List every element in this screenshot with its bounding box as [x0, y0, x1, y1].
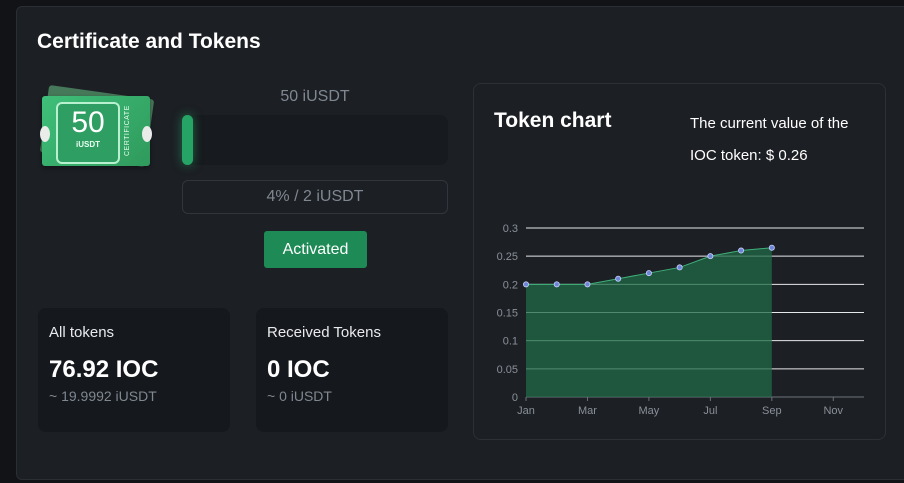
x-tick-label: Sep: [762, 405, 782, 417]
chart-point: [645, 270, 652, 277]
progress-track: [182, 115, 448, 165]
y-tick-label: 0: [512, 392, 518, 404]
received-tokens-value: 0 IOC: [267, 356, 330, 383]
x-tick-label: Mar: [578, 405, 597, 417]
y-tick-label: 0.1: [503, 336, 518, 348]
chart-point: [584, 281, 591, 288]
x-tick-label: Jul: [703, 405, 717, 417]
x-tick-label: Jan: [517, 405, 535, 417]
all-tokens-card: All tokens 76.92 IOC ~ 19.9992 iUSDT: [38, 308, 230, 432]
chart-point: [676, 264, 683, 271]
ticket-notch-left: [40, 126, 50, 142]
token-chart-panel: Token chart The current value of the IOC…: [473, 83, 886, 440]
ticket-side-text: CERTIFICATE: [124, 105, 131, 157]
all-tokens-usdt: ~ 19.9992 iUSDT: [49, 388, 157, 404]
y-tick-label: 0.15: [497, 308, 518, 320]
progress-fill: [182, 115, 193, 165]
received-tokens-label: Received Tokens: [267, 324, 381, 341]
chart-point: [523, 281, 530, 288]
y-tick-label: 0.2: [503, 279, 518, 291]
progress-text: 4% / 2 iUSDT: [182, 180, 448, 214]
token-chart: 0 0.05 0.1 0.15 0.2 0.25 0.3 Jan Mar May Jul Sep Nov: [497, 223, 864, 417]
ticket-face: 50 iUSDT CERTIFICATE: [40, 96, 152, 166]
y-tick-label: 0.05: [497, 364, 518, 376]
ticket-unit: iUSDT: [76, 140, 100, 149]
received-tokens-usdt: ~ 0 iUSDT: [267, 388, 332, 404]
y-tick-label: 0.3: [503, 223, 518, 235]
ticket-notch-right: [142, 126, 152, 142]
all-tokens-value: 76.92 IOC: [49, 356, 159, 383]
chart-point: [553, 281, 560, 288]
certificate-ticket: 50 iUSDT CERTIFICATE: [38, 84, 155, 170]
x-tick-label: May: [639, 405, 660, 417]
x-tick-label: Nov: [823, 405, 843, 417]
activated-button[interactable]: Activated: [264, 231, 367, 268]
received-tokens-card: Received Tokens 0 IOC ~ 0 iUSDT: [256, 308, 448, 432]
section-title: Certificate and Tokens: [37, 30, 261, 53]
chart-point: [707, 253, 714, 260]
all-tokens-label: All tokens: [49, 324, 115, 341]
y-tick-label: 0.25: [497, 251, 518, 263]
ticket-amount: 50: [71, 106, 105, 139]
chart-point: [768, 244, 775, 251]
chart-point: [738, 247, 745, 254]
ticket-value-box: 50 iUSDT: [56, 102, 120, 164]
chart-point: [615, 275, 622, 282]
progress-amount: 50 iUSDT: [280, 88, 350, 105]
